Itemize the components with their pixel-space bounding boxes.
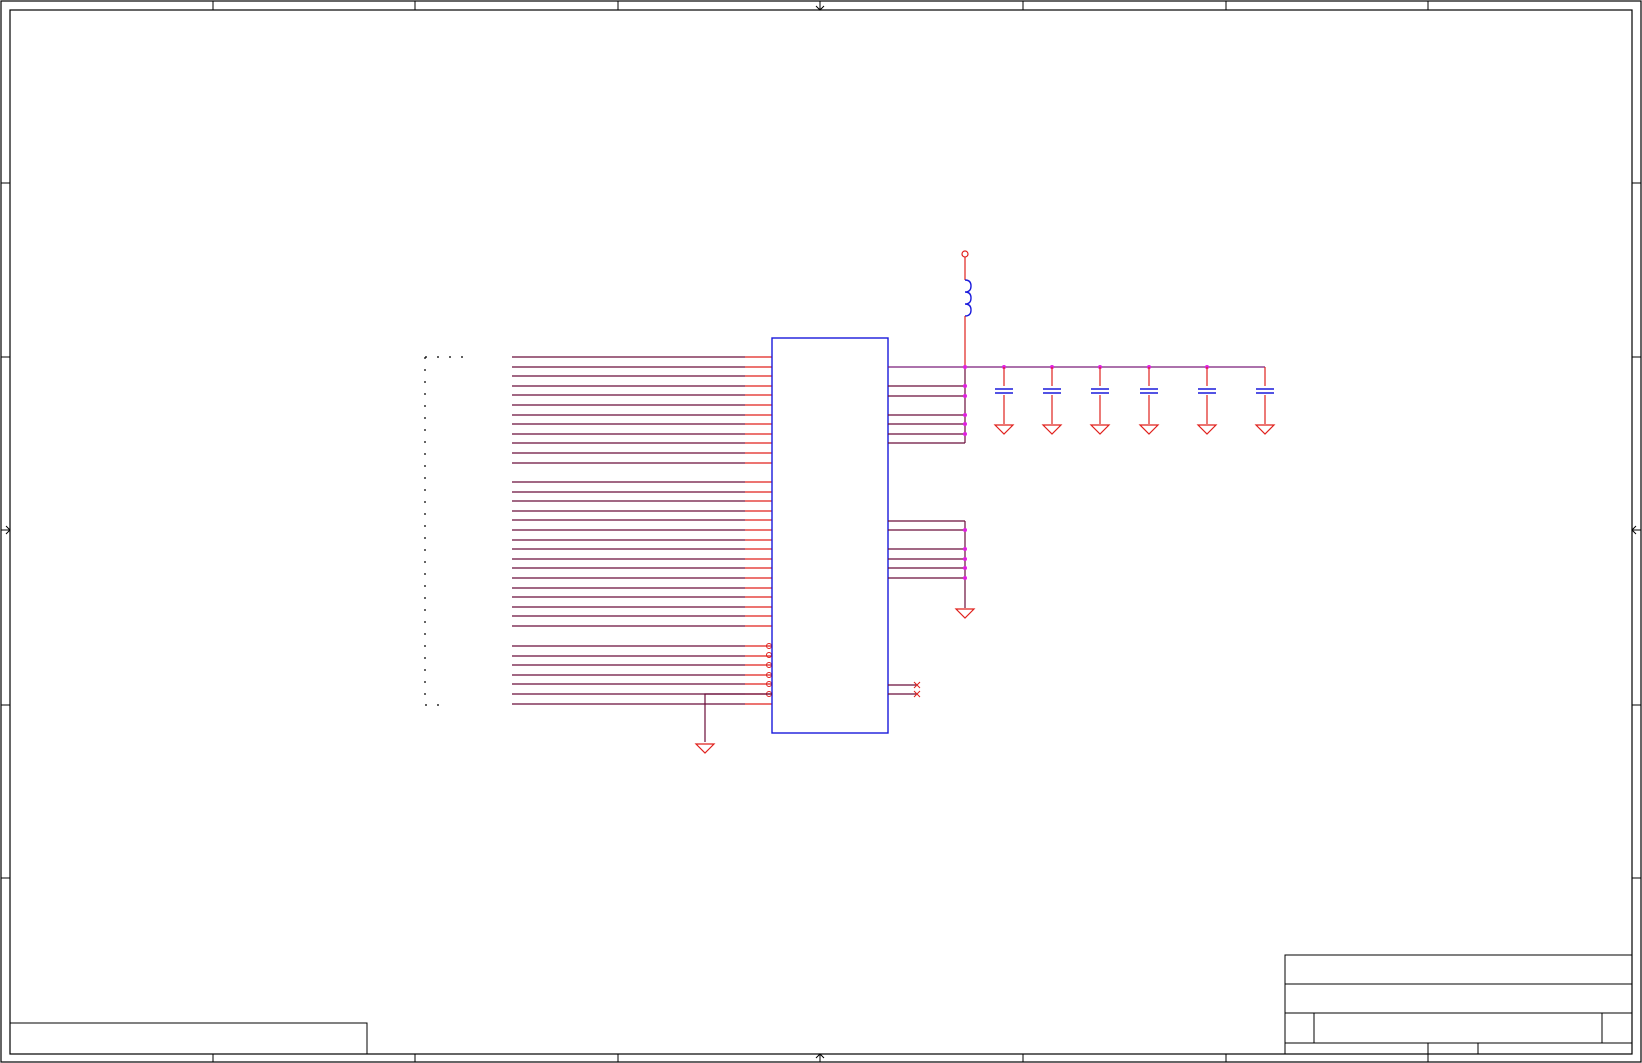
junction-dot xyxy=(963,528,967,532)
ground-triangle-icon xyxy=(1196,424,1218,435)
zone-ticks xyxy=(1,1,1641,1062)
circle-port-icon[interactable] xyxy=(961,250,969,258)
ground-triangle-icon xyxy=(1254,424,1276,435)
main-ic[interactable] xyxy=(771,337,889,734)
no-connect-pins xyxy=(888,681,921,698)
junction-dot xyxy=(963,557,967,561)
junction-dot xyxy=(963,547,967,551)
power-input[interactable] xyxy=(961,250,972,367)
junction-dot xyxy=(963,432,967,436)
junction-dot xyxy=(963,413,967,417)
ground-pin-group[interactable] xyxy=(888,520,976,619)
pin-bubble xyxy=(766,652,772,658)
signal-bus-lines[interactable] xyxy=(512,356,772,705)
ground-triangle-icon xyxy=(1089,424,1111,435)
ground-triangle-icon xyxy=(954,608,976,619)
connector-outline[interactable] xyxy=(424,356,470,706)
junction-dot xyxy=(963,394,967,398)
ground-triangle-icon xyxy=(1041,424,1063,435)
inductor[interactable] xyxy=(964,279,972,317)
schematic-canvas[interactable] xyxy=(0,0,1642,1063)
revision-block xyxy=(9,1022,368,1055)
junction-dot xyxy=(963,365,967,369)
ic-ground-left[interactable] xyxy=(694,693,772,754)
ground-triangle-icon xyxy=(993,424,1015,435)
schematic-sheet[interactable] xyxy=(0,0,1642,1063)
junction-dot xyxy=(963,576,967,580)
junction-dot xyxy=(963,566,967,570)
junction-dot xyxy=(963,384,967,388)
junction-dot xyxy=(963,422,967,426)
sheet-frame xyxy=(0,0,1642,1063)
center-markers xyxy=(1,1,1641,1062)
title-block xyxy=(1284,954,1633,1055)
ground-triangle-icon xyxy=(694,743,716,754)
ground-triangle-icon xyxy=(1138,424,1160,435)
power-rail[interactable] xyxy=(888,365,1276,444)
